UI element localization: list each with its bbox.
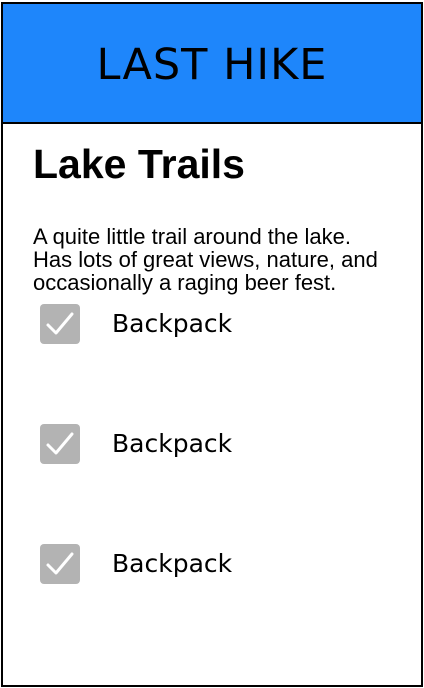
checklist-item-label: Backpack [112,429,233,458]
trail-detail: Lake Trails A quite little trail around … [3,144,421,664]
checklist-item-label: Backpack [112,309,233,338]
checkmark-icon [46,552,74,575]
checkmark-icon [46,312,74,335]
checklist-item[interactable]: Backpack [31,424,393,544]
app-frame: LAST HIKE Lake Trails A quite little tra… [1,2,423,687]
app-header: LAST HIKE [3,4,421,124]
checklist-item[interactable]: Backpack [31,304,393,424]
checkbox[interactable] [40,424,80,464]
gear-checklist: Backpack Backpack Backpack [31,304,393,664]
app-title: LAST HIKE [96,40,328,90]
trail-description: A quite little trail around the lake. Ha… [33,224,378,295]
trail-title: Lake Trails [33,141,245,187]
checkmark-icon [46,432,74,455]
checkbox[interactable] [40,544,80,584]
checkbox[interactable] [40,304,80,344]
checklist-item-label: Backpack [112,549,233,578]
checklist-item[interactable]: Backpack [31,544,393,664]
